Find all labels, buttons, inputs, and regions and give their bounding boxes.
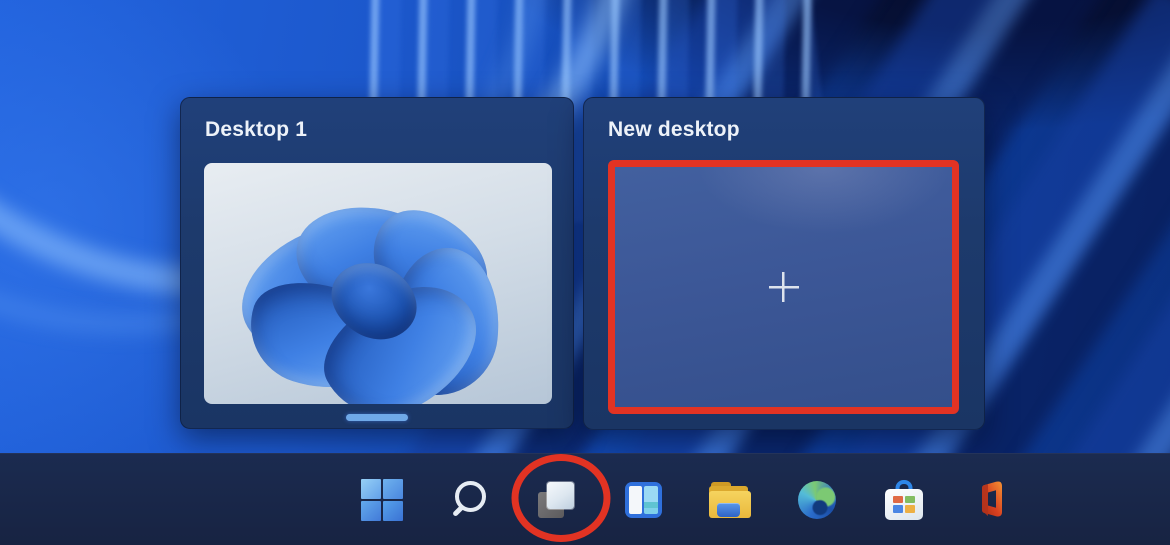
active-desktop-indicator — [346, 414, 408, 421]
edge-button[interactable] — [791, 470, 843, 530]
search-icon — [449, 478, 489, 522]
new-desktop-thumbnail annotation-rectangle[interactable] — [608, 160, 959, 414]
task-view-icon — [536, 480, 576, 520]
new-desktop-label: New desktop — [608, 118, 740, 141]
edge-browser-icon — [798, 480, 836, 519]
desktop-card-1[interactable]: Desktop 1 — [180, 97, 574, 429]
widgets-icon — [624, 481, 662, 518]
windows-11-task-view-screen: Desktop 1 New desktop — [0, 0, 1170, 545]
office-icon — [982, 481, 1002, 516]
widgets-button[interactable] — [617, 470, 669, 530]
plus-icon — [768, 272, 799, 302]
taskbar-icon-row — [356, 453, 1017, 545]
folder-icon — [709, 481, 751, 518]
desktop-1-label: Desktop 1 — [205, 118, 308, 141]
taskbar — [0, 453, 1170, 545]
task-view-button[interactable] — [511, 453, 611, 542]
new-desktop-card[interactable]: New desktop — [583, 97, 985, 430]
start-button[interactable] — [356, 470, 408, 530]
file-explorer-button[interactable] — [704, 470, 756, 530]
office-button[interactable] — [965, 470, 1017, 530]
windows-start-icon — [361, 478, 403, 521]
desktop-1-thumbnail[interactable] — [204, 163, 552, 404]
store-bag-icon — [885, 479, 923, 520]
microsoft-store-button[interactable] — [878, 470, 930, 530]
search-button[interactable] — [443, 470, 495, 530]
